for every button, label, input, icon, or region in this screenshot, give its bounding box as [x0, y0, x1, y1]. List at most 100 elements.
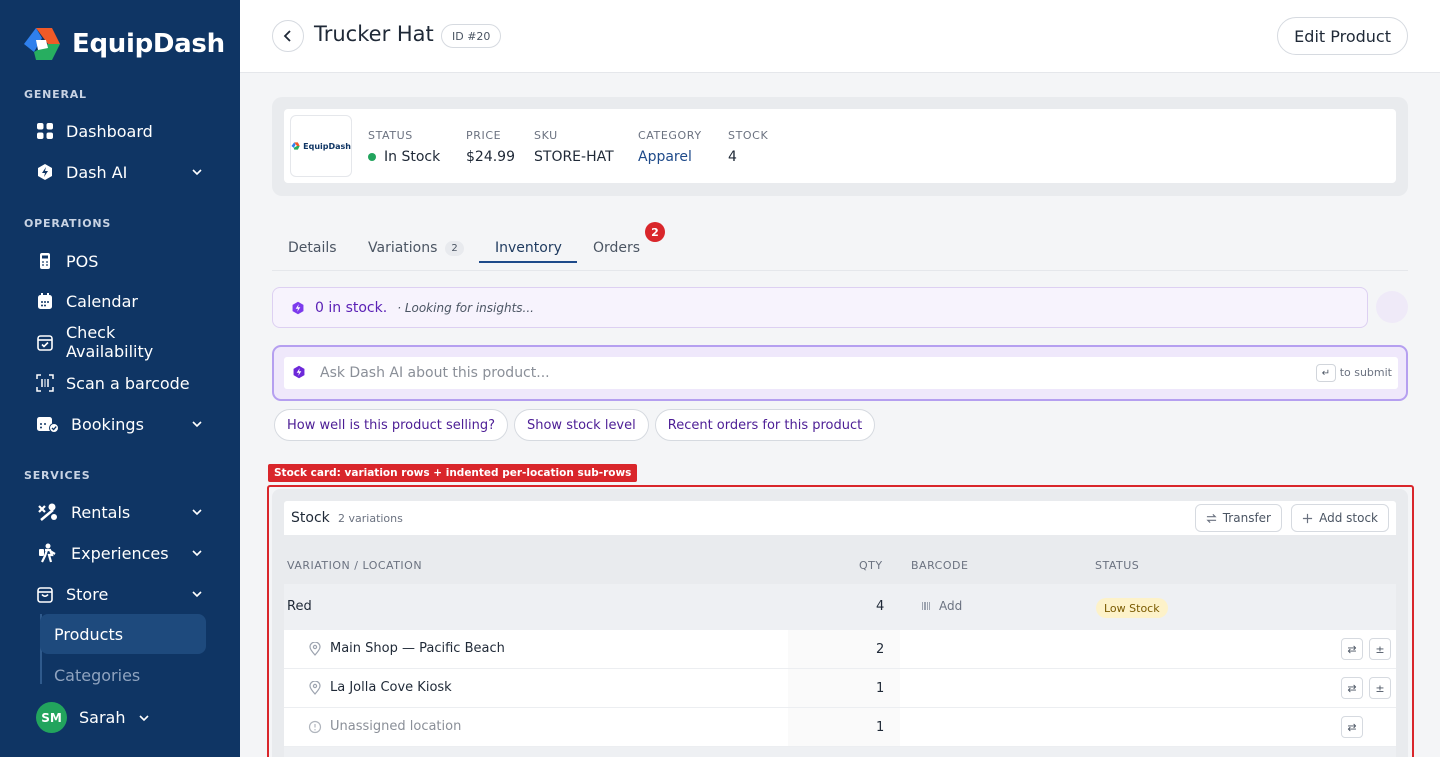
avatar: SM	[36, 702, 67, 733]
nav-bookings[interactable]: Bookings	[36, 409, 204, 439]
brand[interactable]: EquipDash	[22, 26, 225, 62]
suggestion-chips: How well is this product selling? Show s…	[274, 409, 876, 441]
active-tab-indicator	[479, 261, 577, 263]
user-name: Sarah	[79, 708, 126, 727]
chevron-down-icon	[192, 421, 202, 428]
chevron-down-icon	[192, 169, 202, 176]
sidebar-item-products[interactable]: Products	[40, 614, 206, 654]
tab-details[interactable]: Details	[288, 232, 337, 264]
category-field: CATEGORY Apparel	[638, 129, 702, 165]
tab-inventory[interactable]: Inventory	[495, 232, 562, 264]
rentals-icon	[36, 503, 59, 521]
field-label: SKU	[534, 129, 558, 142]
product-summary-card: EquipDash STATUS In Stock PRICE $24.99 S…	[284, 109, 1396, 183]
nav-rentals[interactable]: Rentals	[36, 497, 204, 527]
orders-badge: 2	[645, 222, 665, 242]
equipdash-logo-icon	[24, 28, 60, 60]
pos-terminal-icon	[36, 252, 54, 270]
calendar-icon	[36, 292, 54, 310]
category-link[interactable]: Apparel	[638, 149, 702, 165]
product-tabs: Details Variations 2 Inventory Orders 2	[272, 222, 1408, 271]
dash-ai-icon	[292, 301, 304, 314]
dash-ai-icon	[293, 365, 305, 379]
nav-label: Dashboard	[66, 121, 153, 141]
tab-label: Details	[288, 240, 337, 256]
nav-dash-ai[interactable]: Dash AI	[36, 157, 204, 187]
field-label: STATUS	[368, 129, 413, 142]
annotation-label: Stock card: variation rows + indented pe…	[268, 464, 638, 482]
field-label: STOCK	[728, 129, 769, 142]
nav-experiences[interactable]: Experiences	[36, 538, 204, 568]
sidebar: EquipDash GENERAL Dashboard Dash AI OPER…	[0, 0, 240, 757]
sku-value: STORE-HAT	[534, 149, 614, 165]
sku-field: SKU STORE-HAT	[534, 129, 614, 165]
chevron-down-icon	[139, 714, 150, 721]
nav-label: Dash AI	[66, 162, 128, 182]
user-menu[interactable]: SM Sarah	[36, 702, 151, 733]
submit-hint: to submit	[1339, 366, 1392, 379]
experiences-icon	[36, 543, 59, 563]
status-dot	[368, 153, 376, 161]
annotation-frame	[267, 485, 1414, 757]
nav-label: POS	[66, 251, 99, 271]
sidebar-item-categories[interactable]: Categories	[40, 655, 206, 695]
equipdash-logo-icon	[291, 142, 300, 150]
nav-label: Store	[66, 584, 109, 604]
price-field: PRICE $24.99	[466, 129, 515, 165]
variations-count: 2	[445, 240, 464, 256]
suggestion-chip[interactable]: Show stock level	[513, 409, 649, 441]
section-label-operations: OPERATIONS	[24, 217, 112, 230]
id-badge: ID #20	[441, 24, 502, 48]
barcode-scan-icon	[36, 374, 54, 392]
status-field: STATUS In Stock	[368, 129, 440, 165]
nav-label: Calendar	[66, 291, 138, 311]
ask-ai-box: ↵ to submit	[272, 345, 1408, 401]
calendar-check-icon	[36, 333, 54, 351]
ask-ai-input[interactable]	[284, 357, 1398, 389]
product-image: EquipDash	[290, 115, 352, 177]
nav-dashboard[interactable]: Dashboard	[36, 116, 204, 146]
nav-calendar[interactable]: Calendar	[36, 286, 204, 316]
nav-check-availability[interactable]: Check Availability	[36, 323, 204, 361]
nav-label: Check Availability	[66, 323, 154, 361]
insight-summary: 0 in stock.	[315, 299, 388, 316]
stock-value: 4	[728, 149, 737, 165]
tab-label: Orders	[593, 240, 641, 256]
nav-scan-barcode[interactable]: Scan a barcode	[36, 368, 204, 398]
product-summary: EquipDash STATUS In Stock PRICE $24.99 S…	[272, 97, 1408, 196]
page-title: Trucker Hat	[314, 22, 434, 46]
product-image-label: EquipDash	[303, 141, 351, 151]
ai-insight-bar: 0 in stock. · Looking for insights...	[272, 287, 1368, 328]
suggestion-chip[interactable]: How well is this product selling?	[274, 409, 508, 441]
chevron-down-icon	[192, 509, 202, 516]
page-header: Trucker Hat ID #20 Edit Product	[240, 0, 1440, 73]
tab-label: Inventory	[495, 240, 562, 256]
nav-store[interactable]: Store	[36, 579, 204, 609]
field-label: CATEGORY	[638, 129, 702, 142]
tab-orders[interactable]: Orders	[593, 232, 640, 264]
insight-status: · Looking for insights...	[397, 300, 534, 315]
brand-name: EquipDash	[72, 29, 225, 59]
nav-label: Rentals	[71, 502, 131, 522]
insight-refresh-button[interactable]	[1376, 291, 1408, 323]
suggestion-chip[interactable]: Recent orders for this product	[654, 409, 876, 441]
field-label: PRICE	[466, 129, 502, 142]
nav-label: Scan a barcode	[66, 373, 190, 393]
nav-label: Experiences	[71, 543, 169, 563]
dash-ai-icon	[36, 163, 54, 181]
nav-label: Bookings	[71, 414, 144, 434]
chevron-down-icon	[192, 550, 202, 557]
price-value: $24.99	[466, 149, 515, 165]
grid-icon	[36, 122, 54, 140]
section-label-general: GENERAL	[24, 88, 87, 101]
chevron-down-icon	[192, 591, 202, 598]
chevron-left-icon	[283, 30, 291, 42]
enter-key-icon: ↵	[1316, 364, 1336, 382]
back-button[interactable]	[272, 20, 304, 52]
nav-pos[interactable]: POS	[36, 246, 204, 276]
edit-product-button[interactable]: Edit Product	[1277, 17, 1408, 55]
stock-field: STOCK 4	[728, 129, 768, 165]
status-value: In Stock	[384, 149, 441, 165]
tab-label: Variations	[368, 240, 438, 256]
tab-variations[interactable]: Variations 2	[368, 232, 464, 264]
